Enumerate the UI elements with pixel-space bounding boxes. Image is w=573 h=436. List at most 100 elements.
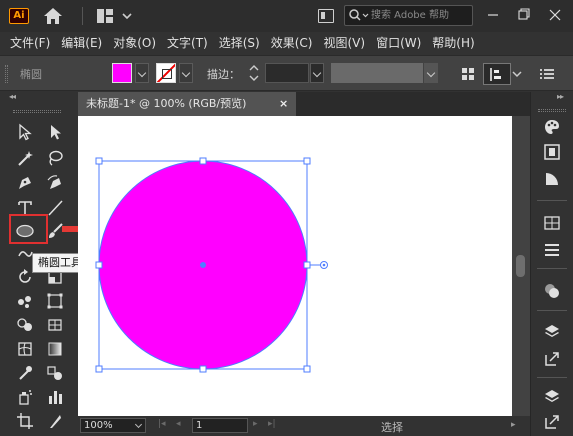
canvas-drawing xyxy=(95,157,328,373)
control-bar-grip[interactable] xyxy=(5,65,8,83)
panel-toggle-icon[interactable] xyxy=(318,9,334,23)
puppet-warp-tool[interactable] xyxy=(13,290,37,312)
gradient-icon xyxy=(48,342,62,356)
asset-export-panel-button[interactable] xyxy=(538,409,566,435)
artboard-icon xyxy=(17,413,33,429)
selection-tool[interactable] xyxy=(13,121,37,143)
free-transform-tool[interactable] xyxy=(43,290,67,312)
live-paint-tool[interactable] xyxy=(43,314,67,336)
stroke-weight-spinner[interactable] xyxy=(246,62,262,84)
gradient-tool[interactable] xyxy=(43,338,67,360)
dock-grip[interactable] xyxy=(538,109,566,112)
menu-view[interactable]: 视图(V) xyxy=(323,32,365,54)
selection-type-label: 椭圆 xyxy=(20,68,42,81)
variable-width-profile[interactable] xyxy=(331,63,423,83)
menu-effect[interactable]: 效果(C) xyxy=(271,32,313,54)
export-panel-button[interactable] xyxy=(538,346,566,372)
shape-builder-tool[interactable] xyxy=(13,314,37,336)
document-tab[interactable]: 未标题-1* @ 100% (RGB/预览) × xyxy=(78,92,296,116)
document-tab-title: 未标题-1* @ 100% (RGB/预览) xyxy=(86,97,247,110)
color-guide-panel-button[interactable] xyxy=(538,166,566,192)
direct-selection-arrow-icon xyxy=(51,125,61,140)
menu-edit[interactable]: 编辑(E) xyxy=(61,32,102,54)
dock-divider xyxy=(537,268,567,269)
free-transform-icon xyxy=(47,293,63,309)
color-panel-button[interactable] xyxy=(538,114,566,140)
selection-arrow-icon xyxy=(19,123,32,141)
fill-dropdown[interactable] xyxy=(135,63,149,83)
tools-grip[interactable] xyxy=(13,110,61,113)
magic-wand-icon xyxy=(18,151,33,166)
divider xyxy=(82,7,83,25)
app-logo: Ai xyxy=(9,8,29,24)
collapse-arrows-icon[interactable]: ◂◂ xyxy=(9,92,16,101)
close-tab-icon[interactable]: × xyxy=(279,92,288,115)
help-search-box[interactable] xyxy=(344,5,473,26)
stroke-weight-dropdown[interactable] xyxy=(310,63,324,83)
dock-collapse-icon[interactable]: ▸▸ xyxy=(557,92,564,101)
dock-divider xyxy=(537,310,567,311)
layers-icon xyxy=(545,390,559,402)
direct-selection-tool[interactable] xyxy=(43,121,67,143)
search-input[interactable] xyxy=(371,8,471,23)
stroke-color-swatch[interactable] xyxy=(156,63,176,83)
first-artboard-icon[interactable]: |◂ xyxy=(158,419,166,429)
chevron-down-icon[interactable] xyxy=(512,70,522,78)
align-grid-icon[interactable] xyxy=(461,67,475,81)
swatches-panel-button[interactable] xyxy=(538,139,566,165)
fill-color-swatch[interactable] xyxy=(112,63,132,83)
pie-widget-dot xyxy=(322,263,326,267)
previous-artboard-icon[interactable]: ◂ xyxy=(176,419,181,429)
menu-file[interactable]: 文件(F) xyxy=(10,32,50,54)
restore-icon[interactable] xyxy=(511,4,535,26)
stroke-weight-field[interactable] xyxy=(265,63,309,83)
last-artboard-icon[interactable]: ▸| xyxy=(268,419,276,429)
magic-wand-tool[interactable] xyxy=(13,147,37,169)
layers-panel-button-2[interactable] xyxy=(538,384,566,410)
menu-window[interactable]: 窗口(W) xyxy=(376,32,421,54)
column-graph-icon xyxy=(49,391,62,404)
vertical-scrollbar[interactable] xyxy=(512,116,530,416)
mesh-tool[interactable] xyxy=(13,338,37,360)
transform-button[interactable] xyxy=(483,63,511,85)
puppet-warp-icon xyxy=(18,296,31,308)
minimize-icon[interactable] xyxy=(481,4,505,26)
transparency-panel-button[interactable] xyxy=(538,278,566,304)
curvature-tool[interactable] xyxy=(43,172,67,194)
symbol-sprayer-tool[interactable] xyxy=(13,386,37,408)
close-window-icon[interactable] xyxy=(543,4,567,26)
stroke-panel-button[interactable] xyxy=(538,237,566,263)
next-artboard-icon[interactable]: ▸ xyxy=(253,419,258,429)
menu-help[interactable]: 帮助(H) xyxy=(432,32,474,54)
active-tool-highlight xyxy=(9,214,48,244)
eyedropper-tool[interactable] xyxy=(13,362,37,384)
panel-menu-icon[interactable] xyxy=(540,67,554,81)
dock-divider xyxy=(537,200,567,201)
zoom-level-field[interactable]: 100% xyxy=(80,418,146,433)
live-paint-icon xyxy=(48,319,62,331)
export-icon xyxy=(545,415,559,429)
menu-select[interactable]: 选择(S) xyxy=(219,32,260,54)
export-icon xyxy=(545,352,559,366)
slice-tool[interactable] xyxy=(43,410,67,432)
artboard-number-field[interactable]: 1 xyxy=(192,418,248,433)
status-menu-arrow-icon[interactable]: ▸ xyxy=(511,420,516,430)
artboard-tool[interactable] xyxy=(13,410,37,432)
column-graph-tool[interactable] xyxy=(43,386,67,408)
workspace-layout-icon[interactable] xyxy=(97,9,113,23)
brushes-panel-button[interactable] xyxy=(538,210,566,236)
stroke-dropdown[interactable] xyxy=(179,63,193,83)
artboard-canvas[interactable] xyxy=(78,116,512,416)
document-tab-strip: 未标题-1* @ 100% (RGB/预览) × xyxy=(78,92,530,116)
scrollbar-thumb[interactable] xyxy=(516,255,525,277)
home-icon[interactable] xyxy=(43,7,63,25)
profile-dropdown[interactable] xyxy=(424,63,438,83)
menu-type[interactable]: 文字(T) xyxy=(167,32,208,54)
blend-tool[interactable] xyxy=(43,362,67,384)
menu-object[interactable]: 对象(O) xyxy=(113,32,156,54)
chevron-down-icon[interactable] xyxy=(122,12,132,20)
grid-panel-icon xyxy=(544,216,560,230)
lasso-tool[interactable] xyxy=(43,147,67,169)
layers-panel-button[interactable] xyxy=(538,319,566,345)
pen-tool[interactable] xyxy=(13,172,37,194)
